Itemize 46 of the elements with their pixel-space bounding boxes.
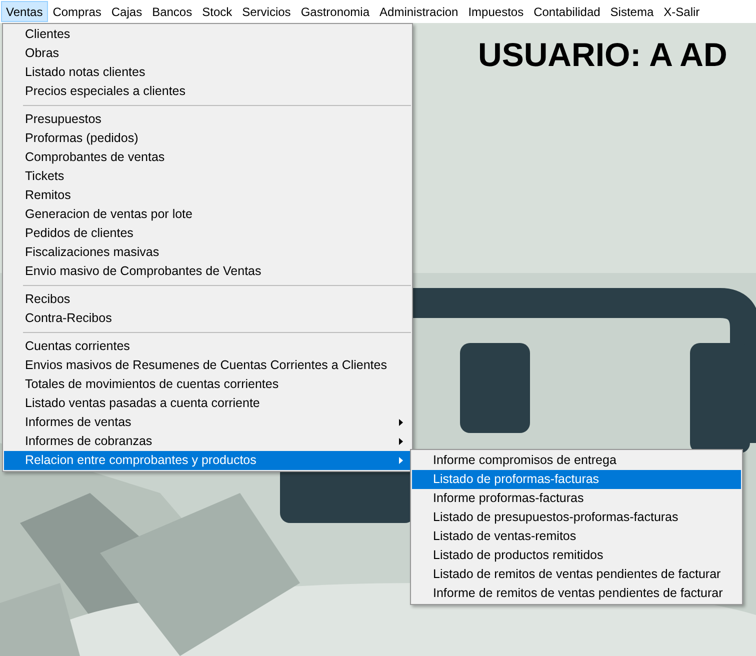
menu-item[interactable]: Presupuestos bbox=[4, 110, 411, 129]
menu-item[interactable]: Envio masivo de Comprobantes de Ventas bbox=[4, 262, 411, 281]
menu-bar-item[interactable]: Bancos bbox=[147, 1, 198, 22]
menu-item[interactable]: Cuentas corrientes bbox=[4, 337, 411, 356]
submenu-arrow-icon bbox=[399, 419, 403, 426]
menu-item[interactable]: Generacion de ventas por lote bbox=[4, 205, 411, 224]
menu-item[interactable]: Listado notas clientes bbox=[4, 63, 411, 82]
user-label: USUARIO: A AD bbox=[478, 35, 728, 75]
menu-bar-item[interactable]: Gastronomia bbox=[296, 1, 375, 22]
menu-item[interactable]: Pedidos de clientes bbox=[4, 224, 411, 243]
menu-item[interactable]: Listado ventas pasadas a cuenta corriente bbox=[4, 394, 411, 413]
menu-bar-item[interactable]: Administracion bbox=[374, 1, 464, 22]
menu-item[interactable]: Obras bbox=[4, 44, 411, 63]
menu-item[interactable]: Contra-Recibos bbox=[4, 309, 411, 328]
menu-item[interactable]: Informe proformas-facturas bbox=[412, 489, 741, 508]
menu-item[interactable]: Listado de presupuestos-proformas-facturas bbox=[412, 508, 741, 527]
menu-item[interactable]: Clientes bbox=[4, 25, 411, 44]
menu-item[interactable]: Tickets bbox=[4, 167, 411, 186]
menu-item[interactable]: Listado de remitos de ventas pendientes de facturar bbox=[412, 565, 741, 584]
menu-item[interactable]: Relacion entre comprobantes y productos bbox=[4, 451, 411, 470]
menu-item[interactable]: Envios masivos de Resumenes de Cuentas Corrientes a Clientes bbox=[4, 356, 411, 375]
menu-item[interactable]: Precios especiales a clientes bbox=[4, 82, 411, 101]
menu-item[interactable]: Listado de proformas-facturas bbox=[412, 470, 741, 489]
menu-bar-item[interactable]: X-Salir bbox=[658, 1, 705, 22]
menu-bar-item[interactable]: Ventas bbox=[1, 1, 48, 22]
menu-item[interactable]: Informe de remitos de ventas pendientes de facturar bbox=[412, 584, 741, 603]
menu-bar-item[interactable]: Impuestos bbox=[463, 1, 529, 22]
menu-bar-item[interactable]: Servicios bbox=[237, 1, 296, 22]
menu-bar-item[interactable]: Compras bbox=[48, 1, 106, 22]
menu-item[interactable]: Informe compromisos de entrega bbox=[412, 451, 741, 470]
menu-bar-item[interactable]: Contabilidad bbox=[528, 1, 606, 22]
menu-item[interactable]: Informes de ventas bbox=[4, 413, 411, 432]
menu-item[interactable]: Recibos bbox=[4, 290, 411, 309]
menu-item[interactable]: Remitos bbox=[4, 186, 411, 205]
menu-item[interactable]: Comprobantes de ventas bbox=[4, 148, 411, 167]
menu-bar-item[interactable]: Cajas bbox=[106, 1, 148, 22]
menu-item[interactable]: Proformas (pedidos) bbox=[4, 129, 411, 148]
menu-item[interactable]: Fiscalizaciones masivas bbox=[4, 243, 411, 262]
menu-item[interactable]: Informes de cobranzas bbox=[4, 432, 411, 451]
submenu-arrow-icon bbox=[399, 438, 403, 445]
menu-item[interactable]: Totales de movimientos de cuentas corrientes bbox=[4, 375, 411, 394]
menu-bar-item[interactable]: Sistema bbox=[605, 1, 659, 22]
menu-bar-item[interactable]: Stock bbox=[197, 1, 238, 22]
submenu-arrow-icon bbox=[399, 457, 403, 464]
menu-item[interactable]: Listado de productos remitidos bbox=[412, 546, 741, 565]
menu-item[interactable]: Listado de ventas-remitos bbox=[412, 527, 741, 546]
